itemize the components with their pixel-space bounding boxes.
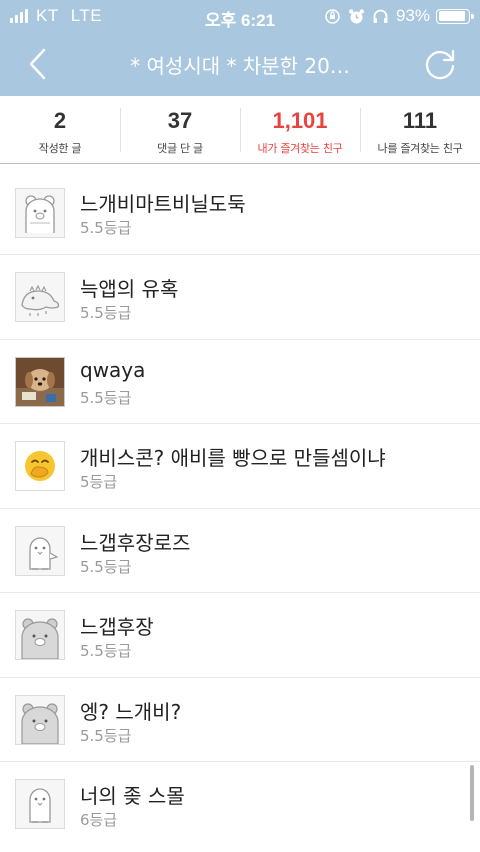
tab-commented-posts[interactable]: 37 댓글 단 글 (120, 96, 240, 163)
friend-grade: 5.5등급 (80, 557, 132, 576)
alarm-icon (348, 7, 366, 25)
stat-value: 37 (167, 108, 193, 133)
battery-icon (436, 8, 474, 24)
gray-bear-avatar-icon (15, 694, 65, 745)
orientation-lock-icon (324, 7, 342, 25)
list-item[interactable]: 늑앱의 유혹 5.5등급 (0, 255, 480, 340)
stat-value: 111 (402, 108, 438, 133)
friend-name: 느갭후장 (80, 615, 154, 639)
friend-grade: 5.5등급 (80, 388, 132, 407)
tab-friends-favoriting-me[interactable]: 111 나를 즐겨찾는 친구 (360, 96, 480, 163)
tab-written-posts[interactable]: 2 작성한 글 (0, 96, 120, 163)
nav-bar: * 여성시대 * 차분한 20… (0, 32, 480, 96)
tab-my-favorite-friends[interactable]: 1,101 내가 즐겨찾는 친구 (240, 96, 360, 163)
stat-label: 댓글 단 글 (157, 142, 203, 155)
stat-value: 1,101 (272, 108, 328, 133)
status-bar: KT LTE 오후 6:21 93% (0, 0, 480, 32)
friend-name: 엥? 느개비? (80, 699, 182, 724)
list-item[interactable]: 너의 좆 스몰 6등급 (0, 762, 480, 847)
friend-name: 느갭후장로즈 (80, 530, 191, 555)
list-item[interactable]: 개비스콘? 애비를 빵으로 만들셈이냐 5등급 (0, 424, 480, 509)
dinosaur-avatar-icon (15, 272, 65, 322)
friend-grade: 5등급 (80, 473, 118, 491)
stat-label: 작성한 글 (38, 142, 82, 155)
friend-grade: 5.5등급 (80, 642, 132, 660)
list-item[interactable]: 느개비마트비닐도둑 5.5등급 (0, 165, 480, 255)
friend-name: qwaya (80, 357, 146, 382)
friends-list: 느개비마트비닐도둑 5.5등급 늑앱의 유혹 5.5등급 qwaya 5.5등급… (0, 165, 480, 847)
penguin-avatar-icon (15, 779, 65, 829)
stat-label: 내가 즐겨찾는 친구 (257, 142, 343, 155)
bear-avatar-icon (15, 188, 65, 238)
friend-name: 너의 좆 스몰 (80, 784, 185, 808)
friend-grade: 6등급 (80, 811, 118, 829)
friend-grade: 5.5등급 (80, 219, 132, 237)
headphones-icon (372, 7, 390, 25)
stat-value: 2 (53, 108, 67, 133)
list-item[interactable]: qwaya 5.5등급 (0, 340, 480, 424)
hand-over-mouth-emoji-icon (15, 441, 65, 491)
friend-name: 개비스콘? 애비를 빵으로 만들셈이냐 (80, 446, 386, 470)
list-item[interactable]: 엥? 느개비? 5.5등급 (0, 678, 480, 762)
scrollbar[interactable] (470, 765, 474, 821)
gray-bear-avatar-icon (15, 610, 65, 660)
battery-percent: 93% (395, 6, 430, 25)
friend-name: 늑앱의 유혹 (80, 277, 179, 301)
friend-grade: 5.5등급 (80, 726, 132, 745)
stats-tabs: 2 작성한 글 37 댓글 단 글 1,101 내가 즐겨찾는 친구 111 나… (0, 96, 480, 164)
status-right: 93% (324, 6, 474, 26)
chevron-left-icon[interactable] (22, 44, 56, 84)
battery-fill (438, 11, 466, 21)
page-title: * 여성시대 * 차분한 20… (130, 54, 350, 78)
list-item[interactable]: 느갭후장로즈 5.5등급 (0, 509, 480, 593)
penguin-avatar-icon (15, 525, 65, 576)
list-item[interactable]: 느갭후장 5.5등급 (0, 593, 480, 678)
dog-photo-avatar-icon (15, 356, 65, 407)
stat-label: 나를 즐겨찾는 친구 (377, 142, 463, 155)
refresh-icon[interactable] (420, 44, 460, 84)
friend-name: 느개비마트비닐도둑 (80, 192, 246, 216)
friend-grade: 5.5등급 (80, 304, 132, 322)
